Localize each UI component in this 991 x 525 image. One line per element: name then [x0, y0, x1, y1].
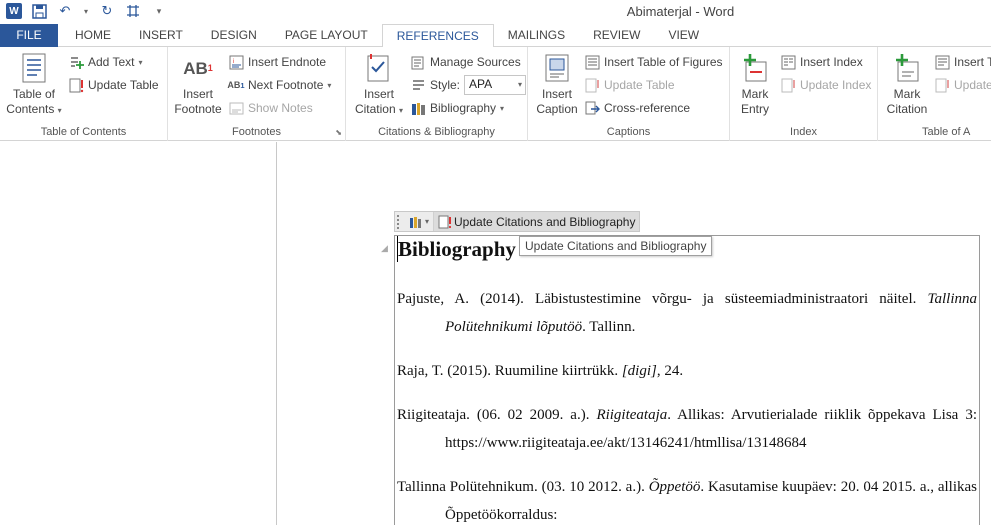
bibliography-icon: [410, 100, 426, 116]
footnotes-dialog-launcher-icon[interactable]: ⬊: [335, 128, 342, 137]
next-footnote-button[interactable]: AB 1 Next Footnote ▾: [227, 75, 331, 95]
update-index-button[interactable]: Update Index: [780, 75, 871, 95]
update-citations-button[interactable]: Update Citations and Bibliography: [433, 212, 640, 231]
style-selector: Style: APA ▾: [410, 75, 527, 95]
tab-mailings[interactable]: MAILINGS: [494, 24, 579, 47]
insert-table-of-figures-button[interactable]: Insert Table of Figures: [584, 52, 723, 72]
ribbon-tabs: FILE HOME INSERT DESIGN PAGE LAYOUT REFE…: [0, 24, 991, 48]
manage-sources-button[interactable]: Manage Sources: [410, 52, 521, 72]
group-label-toc: Table of Contents: [40, 126, 127, 138]
tab-design[interactable]: DESIGN: [197, 24, 271, 47]
mark-entry-button[interactable]: Mark Entry: [732, 51, 778, 117]
group-citations-bibliography: Insert Citation ▾ Manage Sources Style: …: [346, 47, 528, 141]
tab-page-layout[interactable]: PAGE LAYOUT: [271, 24, 382, 47]
content-control-anchor-icon: ◢: [381, 243, 388, 253]
table-of-contents-button[interactable]: Table of Contents ▾: [6, 51, 62, 118]
bibliography-button[interactable]: Bibliography ▾: [410, 98, 504, 118]
update-citations-tooltip: Update Citations and Bibliography: [519, 236, 713, 256]
insert-endnote-button[interactable]: i Insert Endnote: [228, 52, 326, 72]
insert-table-authorities-button[interactable]: Insert T: [934, 52, 991, 72]
ribbon: Table of Contents ▾ Add Text ▾ Update Tab…: [0, 47, 991, 141]
tab-insert[interactable]: INSERT: [125, 24, 197, 47]
tab-home[interactable]: HOME: [58, 24, 125, 47]
update-table-button[interactable]: Update Table: [68, 75, 159, 95]
navigation-pane: [0, 142, 277, 525]
mark-citation-button[interactable]: Mark Citation: [880, 51, 934, 117]
update-table-figures-button[interactable]: Update Table: [584, 75, 675, 95]
update-index-icon: [780, 77, 796, 93]
insert-caption-icon: [541, 51, 573, 85]
group-label-index: Index: [790, 126, 817, 138]
bibliography-options-icon: [409, 215, 423, 229]
update-table-icon: [68, 77, 84, 93]
insert-caption-button[interactable]: Insert Caption: [532, 51, 582, 117]
mark-entry-icon: [739, 51, 771, 85]
table-of-figures-icon: [584, 54, 600, 70]
insert-table-authorities-icon: [934, 54, 950, 70]
bibliography-options-chevron-icon: ▾: [425, 217, 430, 226]
add-text-icon: [68, 54, 84, 70]
content-control-toolbar: ▾ Update Citations and Bibliography: [394, 211, 641, 232]
add-text-button[interactable]: Add Text ▾: [68, 52, 143, 72]
tab-view[interactable]: VIEW: [654, 24, 713, 47]
style-dropdown-chevron-icon: ▾: [518, 80, 523, 89]
insert-citation-button[interactable]: Insert Citation ▾: [350, 51, 408, 118]
window-title: Abimaterjal - Word: [626, 4, 735, 19]
drag-handle-icon[interactable]: [397, 214, 405, 229]
svg-text:i: i: [233, 59, 234, 65]
cross-reference-button[interactable]: Cross-reference: [584, 98, 690, 118]
update-table-authorities-button[interactable]: Update: [934, 75, 991, 95]
table-of-contents-icon: [18, 51, 50, 85]
group-footnotes: AB 1 Insert Footnote i Insert Endnote AB 1…: [168, 47, 346, 141]
footnote-icon: AB 1: [183, 58, 213, 78]
insert-index-button[interactable]: Insert Index: [780, 52, 863, 72]
group-label-footnotes: Footnotes: [232, 126, 281, 138]
tab-references[interactable]: REFERENCES: [381, 24, 494, 48]
next-footnote-icon: AB 1: [227, 80, 245, 90]
manage-sources-icon: [410, 54, 426, 70]
group-label-authorities: Table of A: [922, 126, 971, 138]
bibliography-entry[interactable]: Tallinna Polütehnikum. (03. 10 2012. a.)…: [397, 473, 977, 525]
tab-review[interactable]: REVIEW: [579, 24, 654, 47]
tab-file[interactable]: FILE: [0, 24, 58, 47]
group-table-of-contents: Table of Contents ▾ Add Text ▾ Update Tab…: [0, 47, 168, 141]
style-dropdown[interactable]: APA ▾: [464, 75, 527, 95]
update-table-figures-icon: [584, 77, 600, 93]
bibliography-content: Bibliography Pajuste, A. (2014). Läbistu…: [397, 236, 977, 525]
group-captions: Insert Caption Insert Table of Figures U…: [528, 47, 730, 141]
insert-footnote-button[interactable]: AB 1 Insert Footnote: [172, 51, 224, 117]
group-label-captions: Captions: [606, 126, 651, 138]
update-citations-icon: [438, 215, 452, 229]
bibliography-entry[interactable]: Raja, T. (2015). Ruumiline kiirtrükk. [d…: [397, 357, 977, 385]
mark-citation-icon: [891, 51, 923, 85]
style-icon: [410, 77, 426, 93]
endnote-icon: i: [228, 54, 244, 70]
bibliography-entry[interactable]: Pajuste, A. (2014). Läbistustestimine võ…: [397, 285, 977, 341]
group-index: Mark Entry Insert Index Update Index Ind…: [730, 47, 878, 141]
insert-index-icon: [780, 54, 796, 70]
show-notes-icon: [228, 100, 244, 116]
bibliography-entry[interactable]: Riigiteataja. (06. 02 2009. a.). Riigite…: [397, 401, 977, 457]
cross-reference-icon: [584, 100, 600, 116]
show-notes-button[interactable]: Show Notes: [228, 98, 313, 118]
update-table-authorities-icon: [934, 77, 950, 93]
group-table-of-authorities: Mark Citation Insert T Update Table of A: [878, 47, 991, 141]
bibliography-options-button[interactable]: ▾: [405, 212, 433, 231]
group-label-citations: Citations & Bibliography: [378, 126, 495, 138]
insert-citation-icon: [363, 51, 395, 85]
title-bar: W ↶ ▾ ↻ ▾ Abimaterjal - Word: [0, 0, 991, 24]
